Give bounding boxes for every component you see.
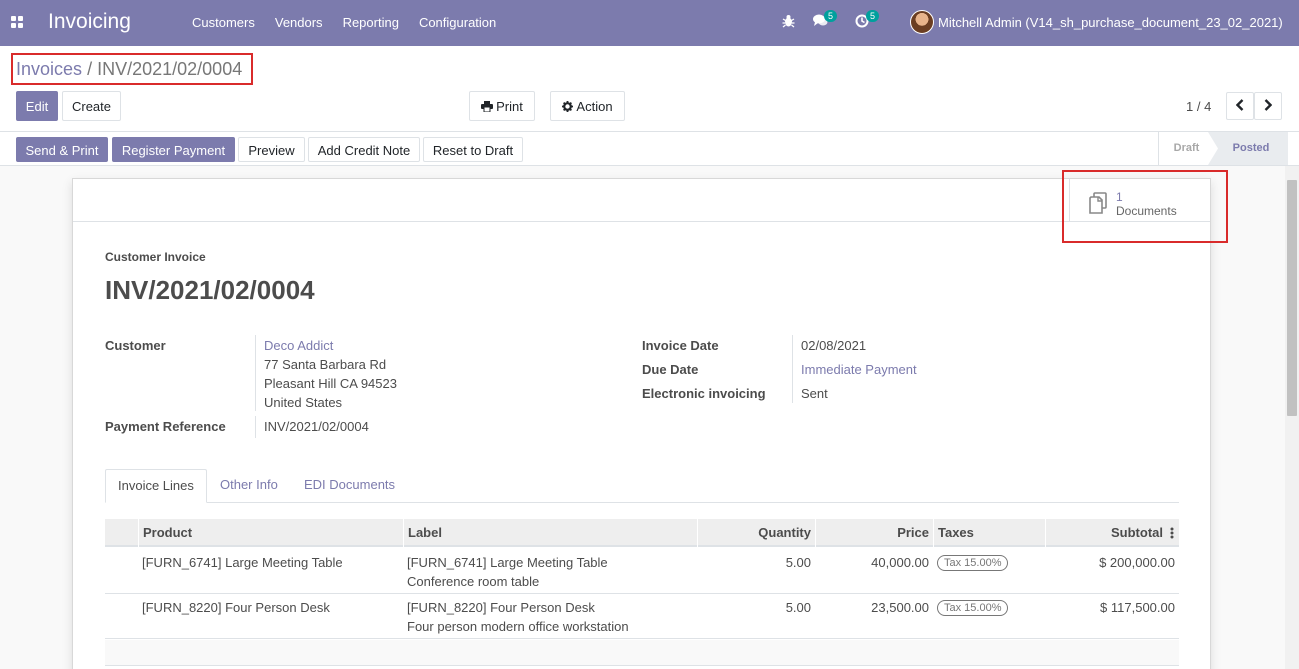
col-taxes[interactable]: Taxes: [933, 519, 1045, 547]
create-button[interactable]: Create: [62, 91, 121, 121]
electronic-invoicing-label: Electronic invoicing: [642, 386, 766, 401]
stage-posted[interactable]: Posted: [1208, 132, 1288, 165]
address-line-1: 77 Santa Barbara Rd: [264, 357, 387, 372]
row-price: 23,500.00: [871, 600, 929, 615]
user-avatar[interactable]: [910, 10, 934, 34]
breadcrumb-invoices-link[interactable]: Invoices: [16, 59, 82, 79]
menu-reporting[interactable]: Reporting: [333, 15, 409, 30]
chevron-left-icon: [1235, 99, 1244, 111]
pager-value[interactable]: 1 / 4: [1186, 99, 1211, 114]
customer-link[interactable]: Deco Addict: [264, 338, 333, 353]
row-label-line: [FURN_6741] Large Meeting Table: [407, 555, 608, 570]
gear-icon: [562, 101, 574, 112]
row-label: [FURN_8220] Four Person Desk Four person …: [407, 598, 629, 636]
preview-button[interactable]: Preview: [238, 137, 305, 162]
printer-icon: [481, 101, 494, 113]
address-line-3: United States: [264, 395, 343, 410]
scrollbar-thumb[interactable]: [1287, 180, 1297, 416]
top-navbar: Invoicing Customers Vendors Reporting Co…: [0, 0, 1299, 46]
chevron-right-icon: [1264, 99, 1273, 111]
col-product[interactable]: Product: [138, 519, 403, 547]
col-price[interactable]: Price: [815, 519, 933, 547]
table-row[interactable]: [FURN_6741] Large Meeting Table [FURN_67…: [105, 549, 1179, 594]
send-print-button[interactable]: Send & Print: [16, 137, 108, 162]
register-payment-button[interactable]: Register Payment: [112, 137, 235, 162]
pager-previous-button[interactable]: [1226, 92, 1254, 120]
row-subtotal: $ 117,500.00: [1100, 600, 1175, 615]
row-label-description: Conference room table: [407, 574, 540, 589]
row-tax-badge: Tax 15.00%: [937, 600, 1009, 616]
payment-reference-label: Payment Reference: [105, 419, 226, 434]
row-quantity: 5.00: [785, 600, 811, 615]
row-subtotal: $ 200,000.00: [1099, 555, 1175, 570]
stage-draft[interactable]: Draft: [1158, 132, 1214, 165]
due-date-value: Immediate Payment: [801, 362, 917, 377]
messaging-chat-icon[interactable]: 5: [813, 10, 838, 30]
main-menu: Customers Vendors Reporting Configuratio…: [182, 15, 506, 30]
breadcrumb-current: INV/2021/02/0004: [97, 59, 243, 79]
action-button[interactable]: Action: [550, 91, 625, 121]
address-line-2: Pleasant Hill CA 94523: [264, 376, 397, 391]
tab-edi-documents[interactable]: EDI Documents: [292, 469, 407, 503]
documents-highlight-box: [1062, 170, 1228, 243]
table-header: Product Label Quantity Price Taxes Subto…: [105, 519, 1179, 547]
form-content-area: 1 Documents Customer Invoice INV/2021/02…: [0, 166, 1285, 669]
row-product: [FURN_6741] Large Meeting Table: [142, 555, 343, 570]
form-sheet: 1 Documents Customer Invoice INV/2021/02…: [72, 170, 1228, 669]
table-empty-row: [105, 640, 1179, 666]
row-quantity: 5.00: [785, 555, 811, 570]
print-label: Print: [496, 99, 523, 114]
add-credit-note-button[interactable]: Add Credit Note: [308, 137, 420, 162]
notebook-tabs: Invoice Lines Other Info EDI Documents: [105, 469, 1179, 503]
divider: [255, 335, 256, 411]
apps-menu-icon[interactable]: [11, 16, 23, 28]
reset-to-draft-button[interactable]: Reset to Draft: [423, 137, 523, 162]
user-menu[interactable]: Mitchell Admin (V14_sh_purchase_document…: [938, 15, 1283, 30]
divider: [255, 416, 256, 438]
col-quantity[interactable]: Quantity: [697, 519, 815, 547]
tab-invoice-lines[interactable]: Invoice Lines: [105, 469, 207, 503]
invoice-type: Customer Invoice: [105, 250, 206, 264]
invoice-number: INV/2021/02/0004: [105, 275, 315, 305]
row-label-line: [FURN_8220] Four Person Desk: [407, 600, 595, 615]
breadcrumb: Invoices / INV/2021/02/0004: [11, 53, 254, 85]
row-tax-badge: Tax 15.00%: [937, 555, 1009, 571]
row-label: [FURN_6741] Large Meeting Table Conferenc…: [407, 553, 608, 591]
payment-reference-value: INV/2021/02/0004: [264, 419, 369, 434]
row-product: [FURN_8220] Four Person Desk: [142, 600, 330, 615]
optional-columns-icon[interactable]: [1170, 527, 1174, 539]
app-title[interactable]: Invoicing: [48, 10, 131, 34]
debug-bug-icon[interactable]: [782, 14, 795, 31]
electronic-invoicing-value: Sent: [801, 386, 828, 401]
tab-other-info[interactable]: Other Info: [208, 469, 290, 503]
breadcrumb-separator: /: [87, 59, 93, 79]
activity-clock-icon[interactable]: 5: [855, 10, 880, 31]
edit-button[interactable]: Edit: [16, 91, 58, 121]
invoice-date-label: Invoice Date: [642, 338, 719, 353]
col-label[interactable]: Label: [403, 519, 697, 547]
invoice-date-value: 02/08/2021: [801, 338, 867, 353]
row-label-description: Four person modern office workstation: [407, 619, 629, 634]
chat-count-badge: 5: [824, 10, 838, 22]
page-scrollbar[interactable]: [1285, 166, 1299, 669]
activity-count-badge: 5: [866, 10, 880, 22]
form-statusbar: Send & Print Register Payment Preview Ad…: [0, 131, 1299, 166]
due-date-label: Due Date: [642, 362, 699, 377]
col-subtotal[interactable]: Subtotal: [1045, 519, 1167, 547]
menu-configuration[interactable]: Configuration: [409, 15, 506, 30]
divider: [792, 335, 793, 403]
smart-button-box: 1 Documents: [73, 170, 1228, 243]
action-label: Action: [576, 99, 613, 114]
pager-next-button[interactable]: [1254, 92, 1282, 120]
print-button[interactable]: Print: [469, 91, 535, 121]
menu-customers[interactable]: Customers: [182, 15, 265, 30]
table-row[interactable]: [FURN_8220] Four Person Desk [FURN_8220]…: [105, 594, 1179, 639]
menu-vendors[interactable]: Vendors: [265, 15, 333, 30]
row-price: 40,000.00: [871, 555, 929, 570]
customer-label: Customer: [105, 338, 166, 353]
